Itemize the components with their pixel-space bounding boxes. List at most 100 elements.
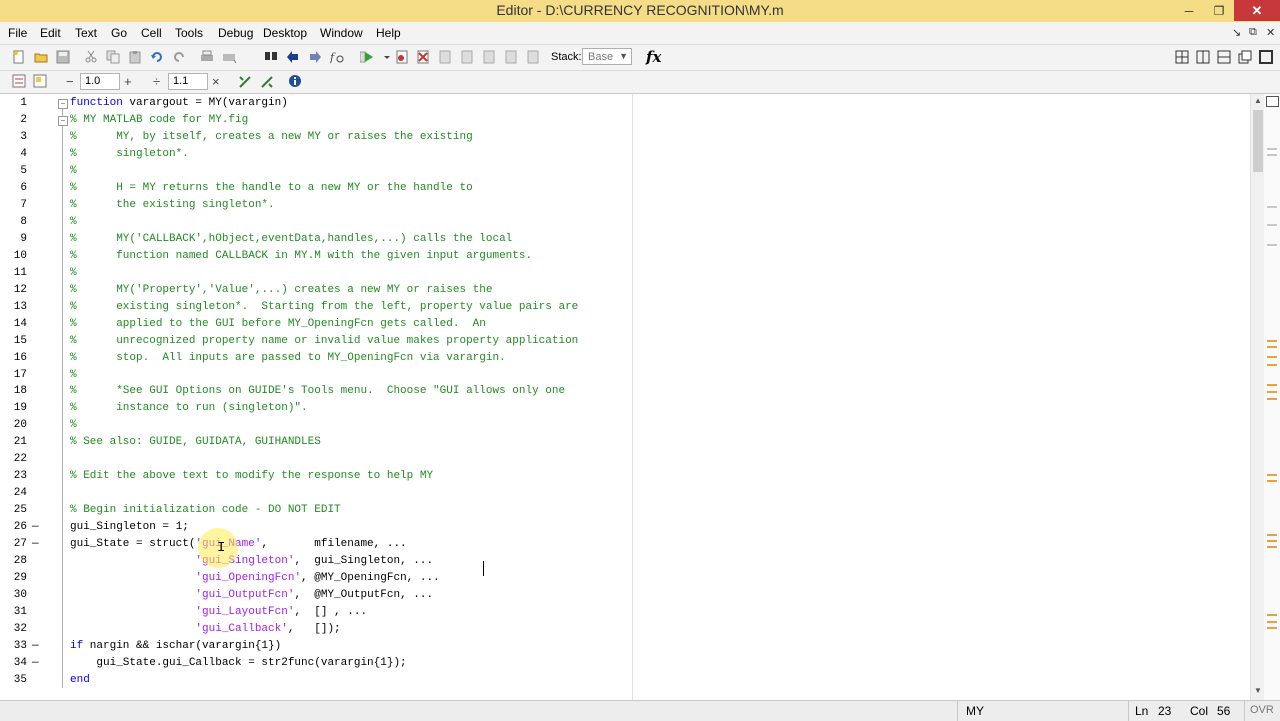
analyzer-marker[interactable] — [1267, 614, 1277, 616]
analyzer-marker[interactable] — [1267, 154, 1277, 156]
find-icon[interactable] — [264, 50, 278, 64]
times-button[interactable]: × — [212, 74, 220, 89]
menu-desktop[interactable]: Desktop — [263, 26, 307, 40]
open-folder-icon[interactable] — [34, 50, 48, 64]
code-line[interactable]: % MY('CALLBACK',hObject,eventData,handle… — [70, 231, 512, 248]
paste-icon[interactable] — [128, 50, 142, 64]
fold-toggle-comment[interactable]: − — [58, 116, 68, 126]
code-line[interactable]: % MY, by itself, creates a new MY or rai… — [70, 129, 473, 146]
code-line[interactable]: % existing singleton*. Starting from the… — [70, 299, 578, 316]
tile-layout-icon[interactable] — [1175, 50, 1189, 64]
code-line[interactable]: % — [70, 163, 77, 180]
code-editor[interactable]: 1 2 3 4 5 6 7 8 9 10 11 12 13 14 15 16 17 18 19 20 21 22 23 24 2… — [0, 94, 1250, 700]
cell-toggle-icon[interactable] — [238, 75, 252, 89]
analyzer-marker[interactable] — [1267, 627, 1277, 629]
code-line[interactable]: % MY('Property','Value',...) creates a n… — [70, 282, 492, 299]
forward-arrow-icon[interactable] — [308, 50, 322, 64]
dock-icon[interactable]: ↘ — [1232, 26, 1241, 39]
code-line[interactable]: gui_Singleton = 1; — [70, 519, 189, 536]
back-arrow-icon[interactable] — [286, 50, 300, 64]
code-line[interactable]: 'gui_OutputFcn', @MY_OutputFcn, ... — [70, 587, 433, 604]
maximize-layout-icon[interactable] — [1259, 50, 1273, 64]
analyzer-marker[interactable] — [1267, 546, 1277, 548]
breakpoint-marker[interactable]: — — [32, 657, 39, 669]
divide-button[interactable]: ÷ — [153, 74, 160, 89]
undo-icon[interactable] — [150, 50, 164, 64]
menu-edit[interactable]: Edit — [40, 26, 61, 40]
analyzer-marker[interactable] — [1267, 621, 1277, 623]
step-in-icon[interactable] — [460, 50, 474, 64]
menu-cell[interactable]: Cell — [141, 26, 162, 40]
code-line[interactable]: % stop. All inputs are passed to MY_Open… — [70, 350, 506, 367]
menu-file[interactable]: File — [8, 26, 27, 40]
code-line[interactable]: % H = MY returns the handle to a new MY … — [70, 180, 473, 197]
fx-icon[interactable]: fx — [646, 48, 661, 66]
analyzer-marker[interactable] — [1267, 148, 1277, 150]
continue-icon[interactable] — [504, 50, 518, 64]
float-layout-icon[interactable] — [1238, 50, 1252, 64]
cut-icon[interactable] — [84, 50, 98, 64]
scroll-thumb[interactable] — [1253, 110, 1263, 172]
plus-button[interactable]: + — [124, 74, 132, 89]
breakpoint-marker[interactable]: — — [32, 640, 39, 652]
analyzer-marker[interactable] — [1267, 540, 1277, 542]
analyzer-marker[interactable] — [1267, 340, 1277, 342]
vertical-scrollbar[interactable]: ▲ ▼ — [1250, 94, 1265, 700]
breakpoint-marker[interactable]: — — [32, 521, 39, 533]
fold-toggle-function[interactable]: − — [58, 99, 68, 109]
breakpoint-icon[interactable] — [395, 50, 409, 64]
exit-debug-icon[interactable] — [526, 50, 540, 64]
run-dropdown-icon[interactable] — [380, 50, 394, 64]
function-browser-icon[interactable]: f — [330, 50, 344, 64]
analyzer-marker[interactable] — [1267, 384, 1277, 386]
top-bottom-layout-icon[interactable] — [1217, 50, 1231, 64]
code-line[interactable]: if nargin && ischar(varargin{1}) — [70, 638, 281, 655]
code-line[interactable]: % Edit the above text to modify the resp… — [70, 468, 433, 485]
analyzer-marker[interactable] — [1267, 398, 1277, 400]
analyzer-marker[interactable] — [1267, 346, 1277, 348]
code-line[interactable]: function varargout = MY(varargin) — [70, 95, 288, 112]
left-right-layout-icon[interactable] — [1196, 50, 1210, 64]
menu-tools[interactable]: Tools — [175, 26, 203, 40]
restore-button[interactable]: ❐ — [1204, 0, 1234, 21]
code-line[interactable]: 'gui_OpeningFcn', @MY_OpeningFcn, ... — [70, 570, 439, 587]
clear-breakpoints-icon[interactable] — [416, 50, 430, 64]
code-line[interactable]: % See also: GUIDE, GUIDATA, GUIHANDLES — [70, 434, 321, 451]
code-line[interactable]: % unrecognized property name or invalid … — [70, 333, 578, 350]
step-icon[interactable] — [438, 50, 452, 64]
minimize-button[interactable]: ─ — [1174, 0, 1204, 21]
code-line[interactable]: 'gui_LayoutFcn', [] , ... — [70, 604, 367, 621]
code-line[interactable]: gui_State = struct('gui_Name', mfilename… — [70, 536, 407, 553]
code-line[interactable]: % the existing singleton*. — [70, 197, 275, 214]
analyzer-marker[interactable] — [1267, 391, 1277, 393]
code-line[interactable]: % instance to run (singleton)". — [70, 400, 308, 417]
menu-go[interactable]: Go — [111, 26, 127, 40]
code-line[interactable]: % Begin initialization code - DO NOT EDI… — [70, 502, 341, 519]
menu-debug[interactable]: Debug — [218, 26, 253, 40]
code-line[interactable]: % — [70, 367, 77, 384]
code-line[interactable]: % — [70, 265, 77, 282]
code-line[interactable]: % MY MATLAB code for MY.fig — [70, 112, 248, 129]
code-line[interactable]: end — [70, 672, 90, 689]
redo-icon[interactable] — [172, 50, 186, 64]
code-line[interactable]: % *See GUI Options on GUIDE's Tools menu… — [70, 383, 565, 400]
copy-icon[interactable] — [106, 50, 120, 64]
code-line[interactable]: % function named CALLBACK in MY.M with t… — [70, 248, 532, 265]
analyzer-marker[interactable] — [1267, 480, 1277, 482]
analyzer-marker[interactable] — [1267, 474, 1277, 476]
analyzer-marker[interactable] — [1267, 224, 1277, 226]
code-line[interactable]: % singleton*. — [70, 146, 189, 163]
increment-input[interactable]: 1.0 — [80, 73, 120, 90]
minus-button[interactable]: − — [66, 74, 74, 89]
scroll-down-icon[interactable]: ▼ — [1251, 686, 1265, 698]
code-line[interactable]: 'gui_Callback', []); — [70, 621, 340, 638]
analyzer-marker[interactable] — [1267, 364, 1277, 366]
analyzer-marker[interactable] — [1267, 244, 1277, 246]
run-icon[interactable] — [360, 50, 374, 64]
code-analyzer-bar[interactable] — [1264, 94, 1280, 700]
menu-window[interactable]: Window — [320, 26, 363, 40]
breakpoint-marker[interactable]: — — [32, 538, 39, 550]
undock-icon[interactable]: ⧉ — [1249, 26, 1257, 39]
code-line[interactable]: 'gui_Singleton', gui_Singleton, ... — [70, 553, 433, 570]
cell-toggle-2-icon[interactable] — [260, 75, 274, 89]
